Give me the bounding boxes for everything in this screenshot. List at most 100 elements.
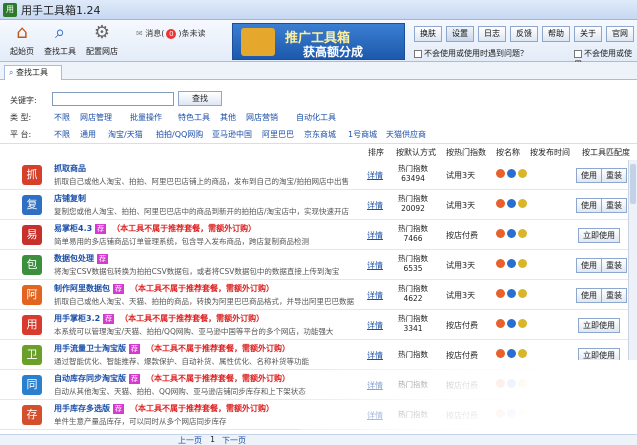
tool-icon: 包 [22, 255, 42, 275]
recommend-badge: 荐 [95, 224, 107, 234]
platform-icons [496, 259, 536, 269]
table-row: 易易掌柜4.3 荐（本工具不属于推荐套餐，需额外订购） 简单易用的多店铺商品订单管理… [0, 220, 637, 250]
tool-description: 抓取自己或他人淘宝、天猫、拍拍的商品，转换为阿里巴巴商品格式，并导出阿里巴巴数据… [54, 297, 354, 306]
table-row: 同自动库存同步淘宝版荐（本工具不属于推荐套餐，需额外订购） 自动从其他淘宝、天猫、… [0, 370, 637, 400]
tool-name[interactable]: 自动库存同步淘宝版荐（本工具不属于推荐套餐，需额外订购） [54, 373, 290, 384]
skin-button[interactable]: 换肤 [414, 26, 442, 42]
platform-filter-general[interactable]: 通用 [80, 129, 96, 140]
hot-index-value: 20092 [401, 204, 425, 213]
find-tools-button[interactable]: ⌕ 查找工具 [42, 22, 78, 57]
tool-description: 本系统可以管理淘宝/天猫、拍拍/QQ网购、亚马逊中国等平台的多个网店，功能强大 [54, 327, 334, 336]
tool-name[interactable]: 店铺复制 [54, 193, 86, 204]
list-scrollbar[interactable] [628, 160, 637, 434]
detail-link[interactable]: 详情 [367, 350, 383, 361]
use-button[interactable]: 使用 [576, 258, 602, 273]
trial-status: 按店付费 [446, 411, 478, 420]
settings-button[interactable]: 设置 [446, 26, 474, 42]
type-filter-batch[interactable]: 批量操作 [130, 112, 162, 123]
detail-link[interactable]: 详情 [367, 200, 383, 211]
detail-link[interactable]: 详情 [367, 320, 383, 331]
detail-link[interactable]: 详情 [367, 230, 383, 241]
feedback-button[interactable]: 反馈 [510, 26, 538, 42]
prev-page-link[interactable]: 上一页 [178, 435, 202, 445]
help-checkbox[interactable]: 不会使用或使用时遇到问题？ [414, 48, 528, 59]
extra-purchase-note: （本工具不属于推荐套餐，需额外订购） [146, 374, 290, 383]
title-bar: 用 用手工具箱1.24 [0, 0, 637, 20]
type-filter-any[interactable]: 不限 [54, 112, 70, 123]
sort-time[interactable]: 按发布时间 [530, 147, 570, 158]
home-button[interactable]: ⌂ 起始页 [6, 22, 38, 57]
platform-filter-yhd[interactable]: 1号商城 [348, 129, 377, 140]
type-filter-marketing[interactable]: 网店营销 [246, 112, 278, 123]
tmall-icon [518, 199, 527, 208]
type-filter-shop-manage[interactable]: 网店管理 [80, 112, 112, 123]
tool-icon: 用 [22, 315, 42, 335]
log-button[interactable]: 日志 [478, 26, 506, 42]
tool-name[interactable]: 制作阿里数据包荐（本工具不属于推荐套餐，需额外订购） [54, 283, 274, 294]
tool-name[interactable]: 用手掌柜3.2 荐（本工具不属于推荐套餐，需额外订购） [54, 313, 264, 324]
app-icon: 用 [3, 3, 17, 17]
reinstall-button[interactable]: 重装 [601, 258, 627, 273]
website-button[interactable]: 官网 [606, 26, 634, 42]
trial-status: 试用3天 [446, 201, 476, 210]
messages-link[interactable]: ✉ 消息(0)条未读 [136, 28, 206, 39]
recommend-badge: 荐 [129, 374, 140, 384]
use-now-button[interactable]: 立即使用 [578, 408, 620, 423]
scrollbar-thumb[interactable] [630, 164, 636, 204]
about-button[interactable]: 关于 [574, 26, 602, 42]
platform-filter-amazon[interactable]: 亚马逊中国 [212, 129, 252, 140]
detail-link[interactable]: 详情 [367, 260, 383, 271]
recommend-badge: 荐 [113, 404, 124, 414]
tool-name[interactable]: 数据包处理荐 [54, 253, 108, 264]
tool-name[interactable]: 抓取商品 [54, 163, 86, 174]
promo-banner[interactable]: 推广工具箱 获高额分成 [232, 23, 405, 60]
use-button[interactable]: 使用 [576, 288, 602, 303]
detail-link[interactable]: 详情 [367, 380, 383, 391]
reinstall-button[interactable]: 重装 [601, 288, 627, 303]
platform-filter-jd[interactable]: 京东商城 [304, 129, 336, 140]
platform-filter-any[interactable]: 不限 [54, 129, 70, 140]
sort-default[interactable]: 按默认方式 [396, 147, 436, 158]
use-now-button[interactable]: 立即使用 [578, 228, 620, 243]
type-filter-other[interactable]: 其他 [220, 112, 236, 123]
type-filter-automation[interactable]: 自动化工具 [296, 112, 336, 123]
sort-name[interactable]: 按名称 [496, 147, 520, 158]
use-button[interactable]: 使用 [576, 198, 602, 213]
keyword-input[interactable] [52, 92, 174, 106]
platform-icons [496, 289, 536, 299]
platform-icons [496, 349, 536, 359]
tool-name[interactable]: 易掌柜4.3 荐（本工具不属于推荐套餐，需额外订购） [54, 223, 256, 234]
home-label: 起始页 [10, 47, 34, 56]
reinstall-button[interactable]: 重装 [601, 168, 627, 183]
next-page-link[interactable]: 下一页 [222, 435, 246, 445]
use-now-button[interactable]: 立即使用 [578, 378, 620, 393]
type-filter-special[interactable]: 特色工具 [178, 112, 210, 123]
detail-link[interactable]: 详情 [367, 290, 383, 301]
platform-filter-paipai[interactable]: 拍拍/QQ网购 [156, 129, 203, 140]
tool-name[interactable]: 用手流量卫士淘宝版荐（本工具不属于推荐套餐，需额外订购） [54, 343, 290, 354]
help-button[interactable]: 帮助 [542, 26, 570, 42]
platform-filter-tmall-supplier[interactable]: 天猫供应商 [386, 129, 426, 140]
use-button[interactable]: 使用 [576, 168, 602, 183]
tab-bar: ⌕ 查找工具 [0, 62, 637, 80]
hot-index: 热门指数 63494 [393, 164, 433, 184]
config-shop-button[interactable]: ⚙ 配置网店 [82, 22, 122, 57]
detail-link[interactable]: 详情 [367, 410, 383, 421]
detail-link[interactable]: 详情 [367, 170, 383, 181]
use-now-button[interactable]: 立即使用 [578, 348, 620, 363]
search-button[interactable]: 查找 [178, 91, 222, 106]
sort-hot[interactable]: 按热门指数 [446, 147, 486, 158]
tool-name[interactable]: 用手库存多选版荐（本工具不属于推荐套餐，需额外订购） [54, 403, 274, 414]
platform-filter-taobao[interactable]: 淘宝/天猫 [108, 129, 143, 140]
platform-filter-alibaba[interactable]: 阿里巴巴 [262, 129, 294, 140]
paipai-icon [507, 349, 516, 358]
paipai-icon [507, 199, 516, 208]
sort-match[interactable]: 按工具匹配度 [582, 147, 630, 158]
taobao-icon [496, 379, 505, 388]
tab-find-tools[interactable]: ⌕ 查找工具 [4, 65, 62, 80]
reinstall-button[interactable]: 重装 [601, 198, 627, 213]
tool-description: 通过智能优化、智能推荐、爆款保护、自动补货、属性优化、名称补货等功能 [54, 357, 309, 366]
table-row: 复 店铺复制 复制您或他人淘宝、拍拍、阿里巴巴店中的商品到新开的拍拍店/淘宝店中，实… [0, 190, 637, 220]
use-now-button[interactable]: 立即使用 [578, 318, 620, 333]
trial-status: 试用3天 [446, 171, 476, 180]
